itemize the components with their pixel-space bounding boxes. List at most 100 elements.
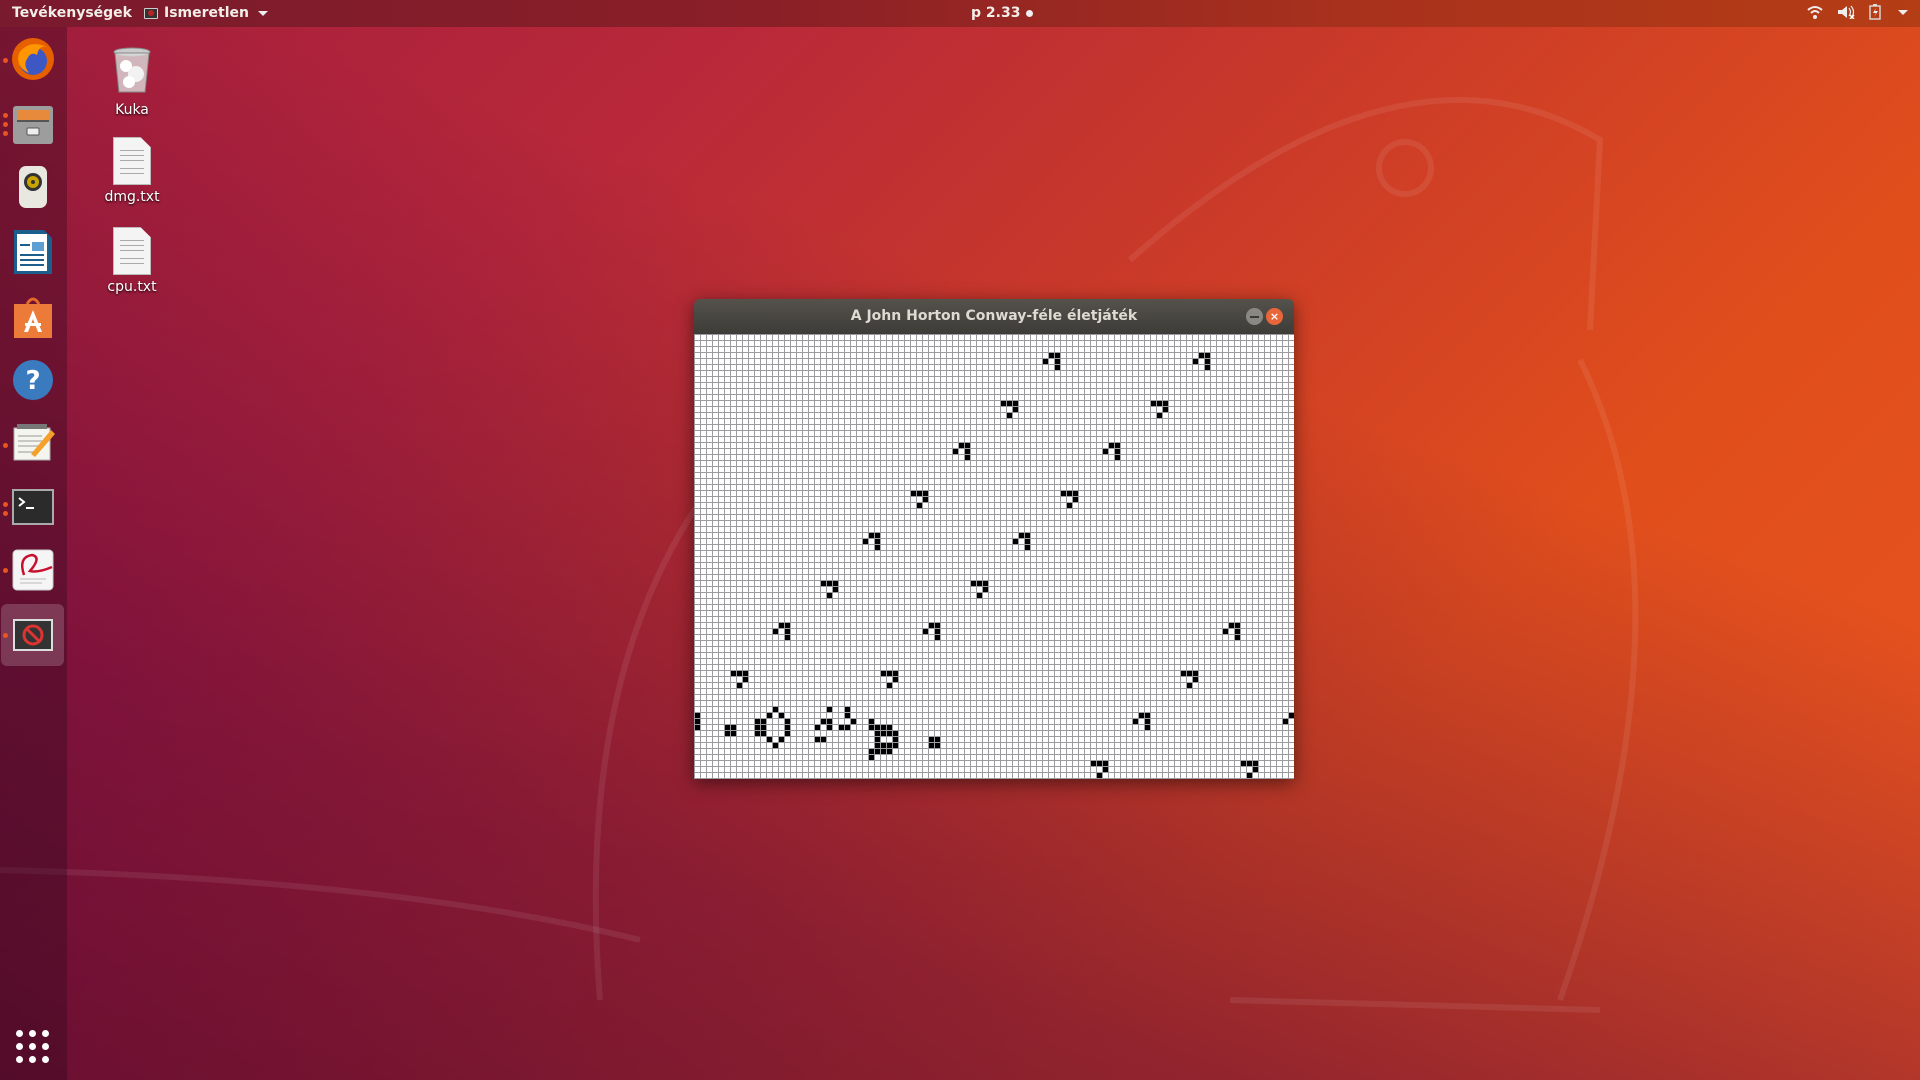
live-cell [1229,623,1234,628]
dock: ? [0,27,67,1080]
live-cell [965,455,970,460]
window-title: A John Horton Conway-féle életjáték [850,308,1138,324]
system-tray[interactable] [1807,4,1908,20]
live-cell [965,449,970,454]
activities-button[interactable]: Tevékenységek [12,5,132,21]
live-cell [1193,677,1198,682]
live-cell [923,491,928,496]
rhythmbox-icon [19,166,47,208]
dock-item-firefox[interactable] [8,34,58,84]
clock[interactable]: p 2.33 [971,5,1034,21]
live-cell [887,671,892,676]
desktop-icon-cpu-txt[interactable]: cpu.txt [92,227,172,295]
live-cell [1145,719,1150,724]
live-cell [881,731,886,736]
live-cell [767,737,772,742]
top-bar: Tevékenységek Ismeretlen p 2.33 [0,0,1920,27]
running-indicator [3,502,8,507]
live-cell [881,743,886,748]
live-cell [1193,359,1198,364]
live-cell [1253,767,1258,772]
live-cell [1091,761,1096,766]
live-cell [1151,401,1156,406]
live-cell [1103,767,1108,772]
live-cell [845,725,850,730]
dock-item-help[interactable]: ? [8,355,58,405]
live-cell [875,545,880,550]
battery-charging-icon [1869,4,1881,20]
svg-text:?: ? [25,366,40,396]
live-cell [1283,719,1288,724]
unknown-app-icon [12,619,53,651]
live-cell [761,719,766,724]
live-cell [833,581,838,586]
dock-item-unknown-app[interactable] [1,604,64,666]
live-cell [1025,533,1030,538]
live-cell [785,731,790,736]
live-cell [869,749,874,754]
live-cell [1025,539,1030,544]
live-cell [893,737,898,742]
live-cell [1025,545,1030,550]
live-cell [821,719,826,724]
life-grid[interactable] [694,334,1294,779]
live-cell [785,719,790,724]
live-cell [1163,407,1168,412]
dock-item-software[interactable] [8,292,58,342]
live-cell [875,743,880,748]
live-cell [785,629,790,634]
minimize-button[interactable] [1246,308,1263,325]
live-cell [779,623,784,628]
live-cell [731,671,736,676]
terminal-icon [12,489,54,525]
live-cell [881,671,886,676]
live-cell [827,593,832,598]
software-center-icon [14,297,52,338]
dock-item-files[interactable] [8,99,58,149]
dock-item-writer[interactable] [8,227,58,277]
live-cell [773,707,778,712]
live-cell [1013,407,1018,412]
notification-dot-icon [1026,9,1034,17]
live-cell [1073,497,1078,502]
live-cell [911,491,916,496]
live-cell [881,749,886,754]
desktop-icon-trash[interactable]: Kuka [92,46,172,118]
live-cell [1109,443,1114,448]
live-cell [875,749,880,754]
desktop-icon-dmg-txt[interactable]: dmg.txt [92,137,172,205]
live-cell [1247,773,1252,778]
close-button[interactable]: × [1266,308,1283,325]
trash-icon [113,47,151,93]
dock-item-rhythmbox[interactable] [8,162,58,212]
live-cell [1007,401,1012,406]
live-cell [1055,359,1060,364]
live-cell [1055,365,1060,370]
live-cell [959,443,964,448]
live-cell [1235,635,1240,640]
system-menu-chevron-icon [1898,9,1908,15]
live-cell [1097,761,1102,766]
window-titlebar[interactable]: A John Horton Conway-féle életjáték × [694,299,1294,334]
live-cell [1241,761,1246,766]
live-cell [743,671,748,676]
live-cell [887,743,892,748]
live-cell [1073,491,1078,496]
live-cell [695,713,700,718]
live-cell [737,683,742,688]
live-cell [977,593,982,598]
dock-item-terminal[interactable] [8,482,58,532]
live-cell [755,725,760,730]
live-cell [1067,491,1072,496]
show-applications-button[interactable] [16,1030,50,1064]
live-cell [1289,713,1294,718]
live-cell [1019,533,1024,538]
dock-item-text-editor[interactable] [8,418,58,468]
running-indicator [3,113,8,118]
live-cell [875,731,880,736]
live-cell [881,725,886,730]
dock-item-document-viewer[interactable] [8,545,58,595]
running-indicator [3,443,8,448]
app-menu[interactable]: Ismeretlen [144,5,268,21]
live-cell [935,623,940,628]
